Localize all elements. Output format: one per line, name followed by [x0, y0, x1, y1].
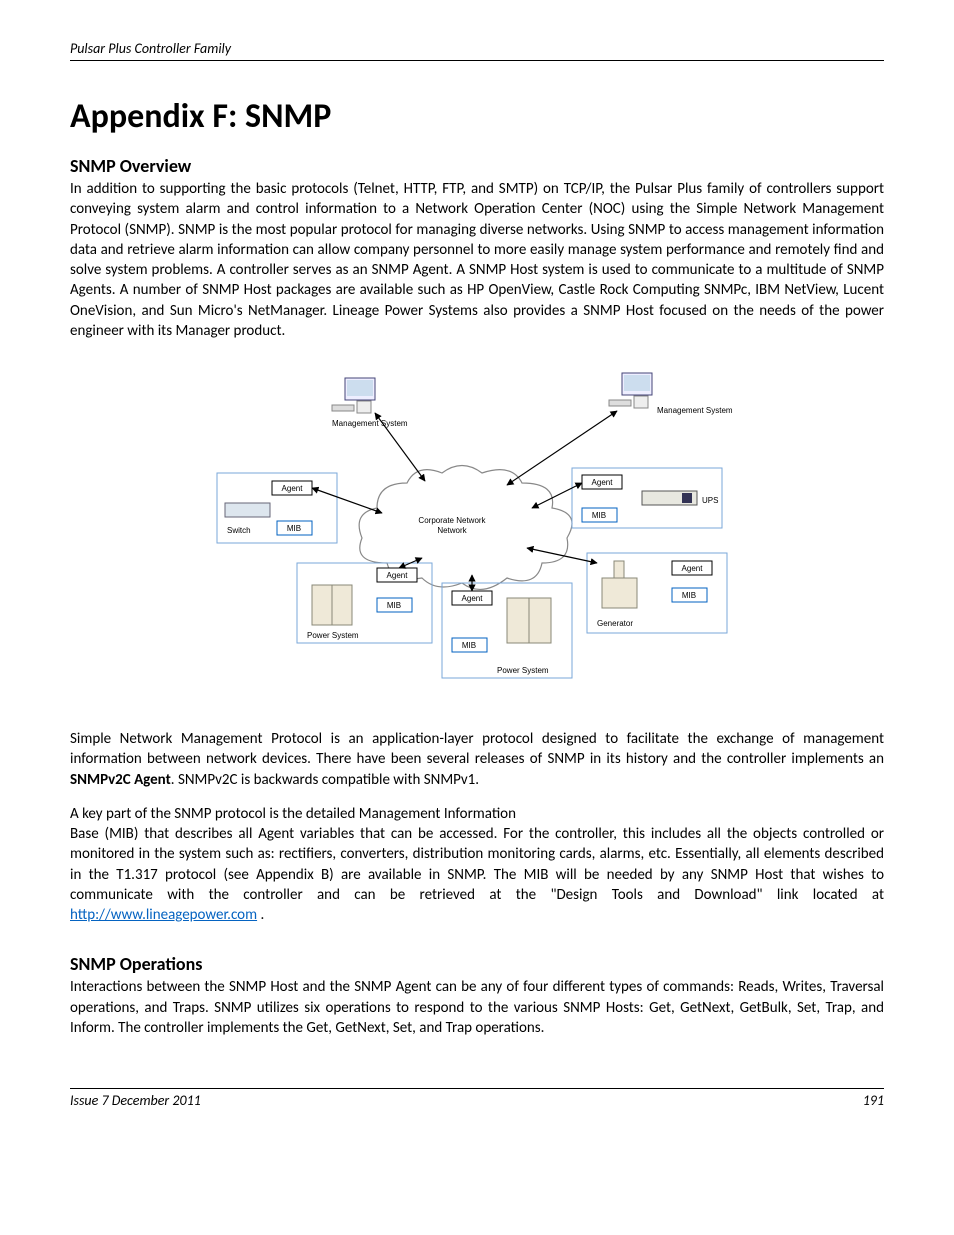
mgmt-system-right-icon	[609, 373, 652, 408]
switch-label: Switch	[227, 526, 251, 535]
operations-paragraph-1: Interactions between the SNMP Host and t…	[70, 977, 884, 1038]
mgmt-system-left-icon	[332, 378, 375, 413]
network-diagram: Corporate Network Network Management Sys…	[70, 363, 884, 703]
generator-label: Generator	[597, 619, 633, 628]
overview-paragraph-2: Simple Network Management Protocol is an…	[70, 729, 884, 790]
agent-label-switch: Agent	[282, 484, 304, 493]
p4a: Base (MIB) that describes all Agent vari…	[70, 825, 884, 904]
power-system-2-icon	[507, 598, 551, 643]
mib-label-ps1: MIB	[387, 601, 401, 610]
overview-paragraph-4: Base (MIB) that describes all Agent vari…	[70, 824, 884, 925]
svg-text:Network: Network	[437, 526, 467, 535]
agent-label-ps2: Agent	[462, 594, 484, 603]
ups-label: UPS	[702, 496, 718, 505]
footer-page-number: 191	[863, 1092, 884, 1109]
overview-paragraph-3: A key part of the SNMP protocol is the d…	[70, 804, 884, 824]
appendix-title: Appendix F: SNMP	[70, 96, 884, 137]
p2a: Simple Network Management Protocol is an…	[70, 730, 884, 768]
footer-issue: Issue 7 December 2011	[70, 1092, 201, 1109]
mib-label-switch: MIB	[287, 524, 301, 533]
section-heading-operations: SNMP Operations	[70, 953, 884, 975]
page-footer: Issue 7 December 2011 191	[70, 1088, 884, 1109]
running-header: Pulsar Plus Controller Family	[70, 40, 884, 61]
ps2-label: Power System	[497, 666, 549, 675]
generator-icon	[602, 561, 637, 608]
section-heading-overview: SNMP Overview	[70, 155, 884, 177]
cloud-label-1: Corporate Network	[418, 516, 486, 525]
mgmt-label-right: Management System	[657, 406, 733, 415]
mib-label-ps2: MIB	[462, 641, 476, 650]
agent-label-ups: Agent	[592, 478, 614, 487]
mib-label-gen: MIB	[682, 591, 696, 600]
power-system-1-icon	[312, 585, 352, 625]
agent-label-gen: Agent	[682, 564, 704, 573]
mib-label-ups: MIB	[592, 511, 606, 520]
lineage-link[interactable]: http://www.lineagepower.com	[70, 906, 257, 924]
p2-bold: SNMPv2C Agent	[70, 771, 171, 789]
overview-paragraph-1: In addition to supporting the basic prot…	[70, 179, 884, 341]
p4b: .	[257, 906, 264, 924]
p2b: . SNMPv2C is backwards compatible with S…	[171, 771, 479, 789]
mgmt-label-left: Management System	[332, 419, 408, 428]
agent-label-ps1: Agent	[387, 571, 409, 580]
ps1-label: Power System	[307, 631, 359, 640]
